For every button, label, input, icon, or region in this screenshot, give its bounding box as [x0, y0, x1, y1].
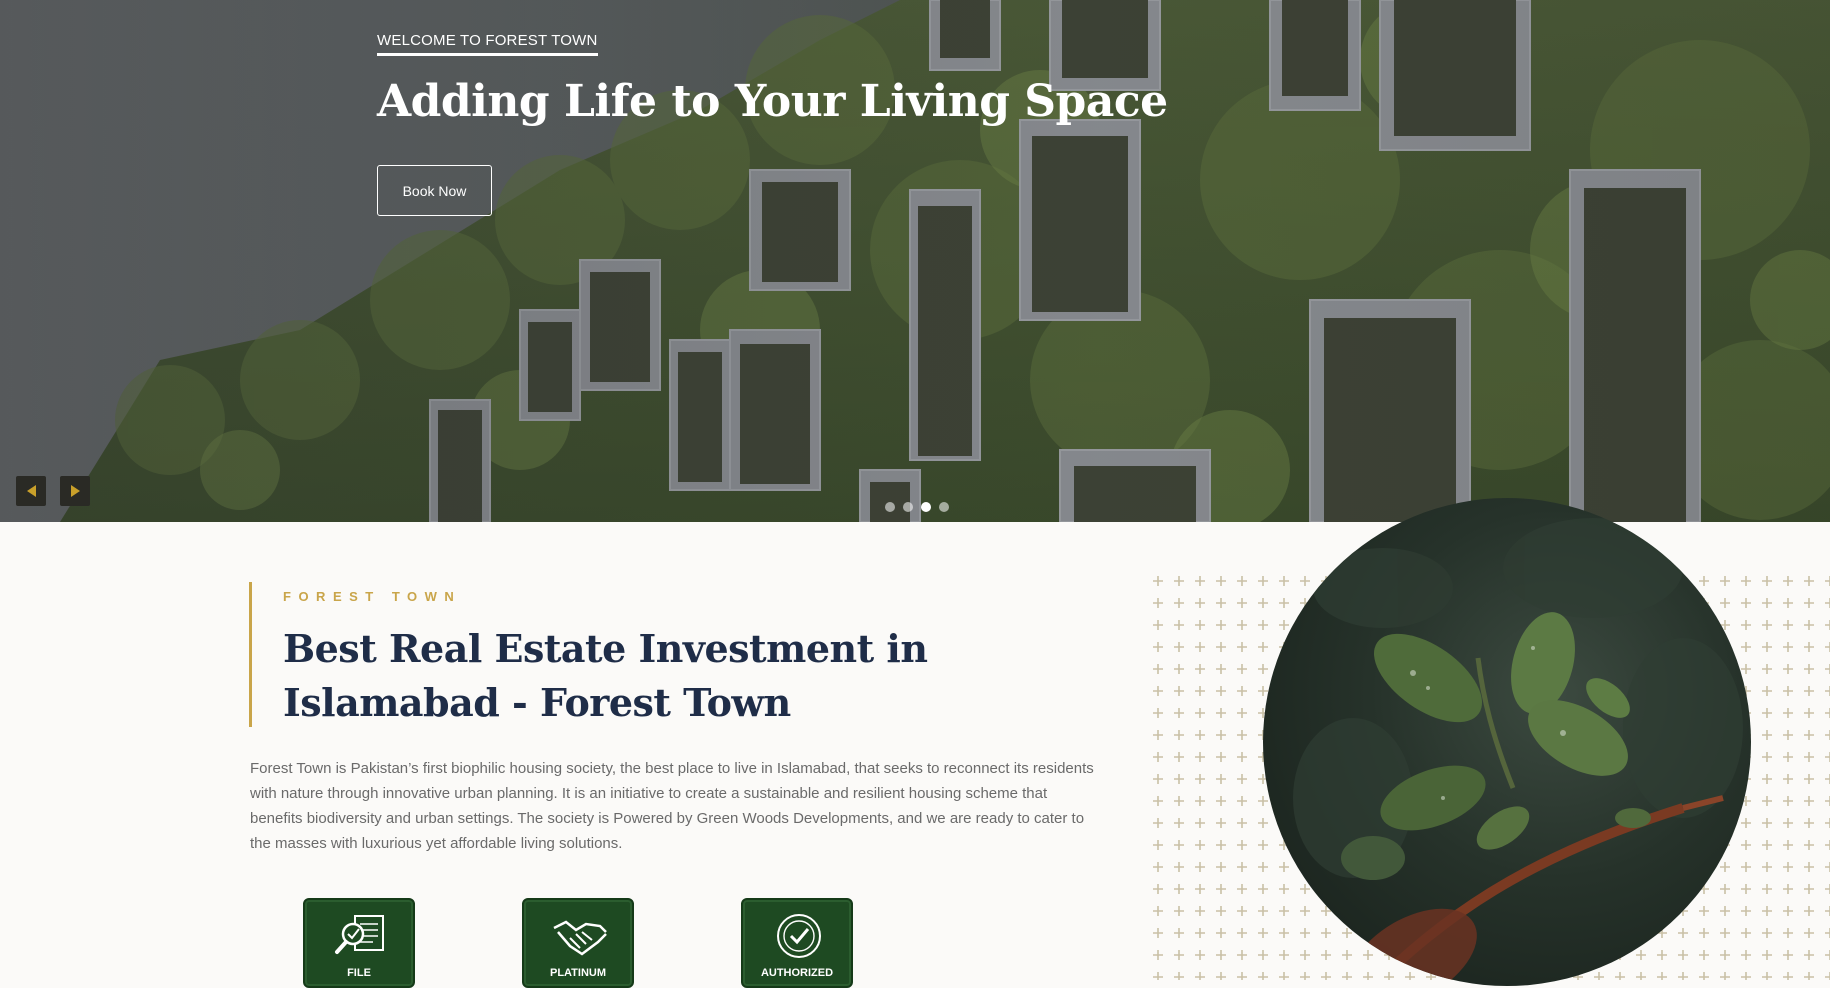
section-title: Best Real Estate Investment in Islamabad…: [283, 626, 928, 725]
section-eyebrow: FOREST TOWN: [283, 589, 462, 604]
badge-label: FILE: [347, 967, 371, 979]
hero-title: Adding Life to Your Living Space: [377, 76, 1168, 127]
badge-file-verification: FILE: [303, 898, 415, 988]
slider-dot-3[interactable]: [921, 502, 931, 512]
hero-eyebrow: WELCOME TO FOREST TOWN: [377, 32, 598, 56]
slider-prev-button[interactable]: [16, 476, 46, 506]
file-verification-icon: [335, 915, 384, 954]
book-now-button[interactable]: Book Now: [377, 165, 492, 216]
leaf-branch-illustration: [1293, 518, 1743, 986]
slider-pagination: [885, 502, 949, 512]
authorized-dealer-seal-icon: [777, 914, 821, 958]
slider-dot-4[interactable]: [939, 502, 949, 512]
badge-label: AUTHORIZED: [760, 967, 834, 979]
badge-authorized-dealer: AUTHORIZED: [741, 898, 853, 988]
section-description: Forest Town is Pakistan’s first biophili…: [250, 760, 1094, 852]
slider-dot-2[interactable]: [903, 502, 913, 512]
hero-slider: WELCOME TO FOREST TOWN Adding Life to Yo…: [0, 0, 1830, 522]
leaf-circle-image: [1263, 498, 1751, 986]
caret-left-icon: [26, 485, 36, 497]
slider-dot-1[interactable]: [885, 502, 895, 512]
caret-right-icon: [70, 485, 80, 497]
badge-platinum: PLATINUM: [522, 898, 634, 988]
slider-next-button[interactable]: [60, 476, 90, 506]
section-accent-rule: [249, 582, 252, 727]
badge-label: PLATINUM: [549, 967, 606, 979]
handshake-icon: [553, 920, 607, 956]
